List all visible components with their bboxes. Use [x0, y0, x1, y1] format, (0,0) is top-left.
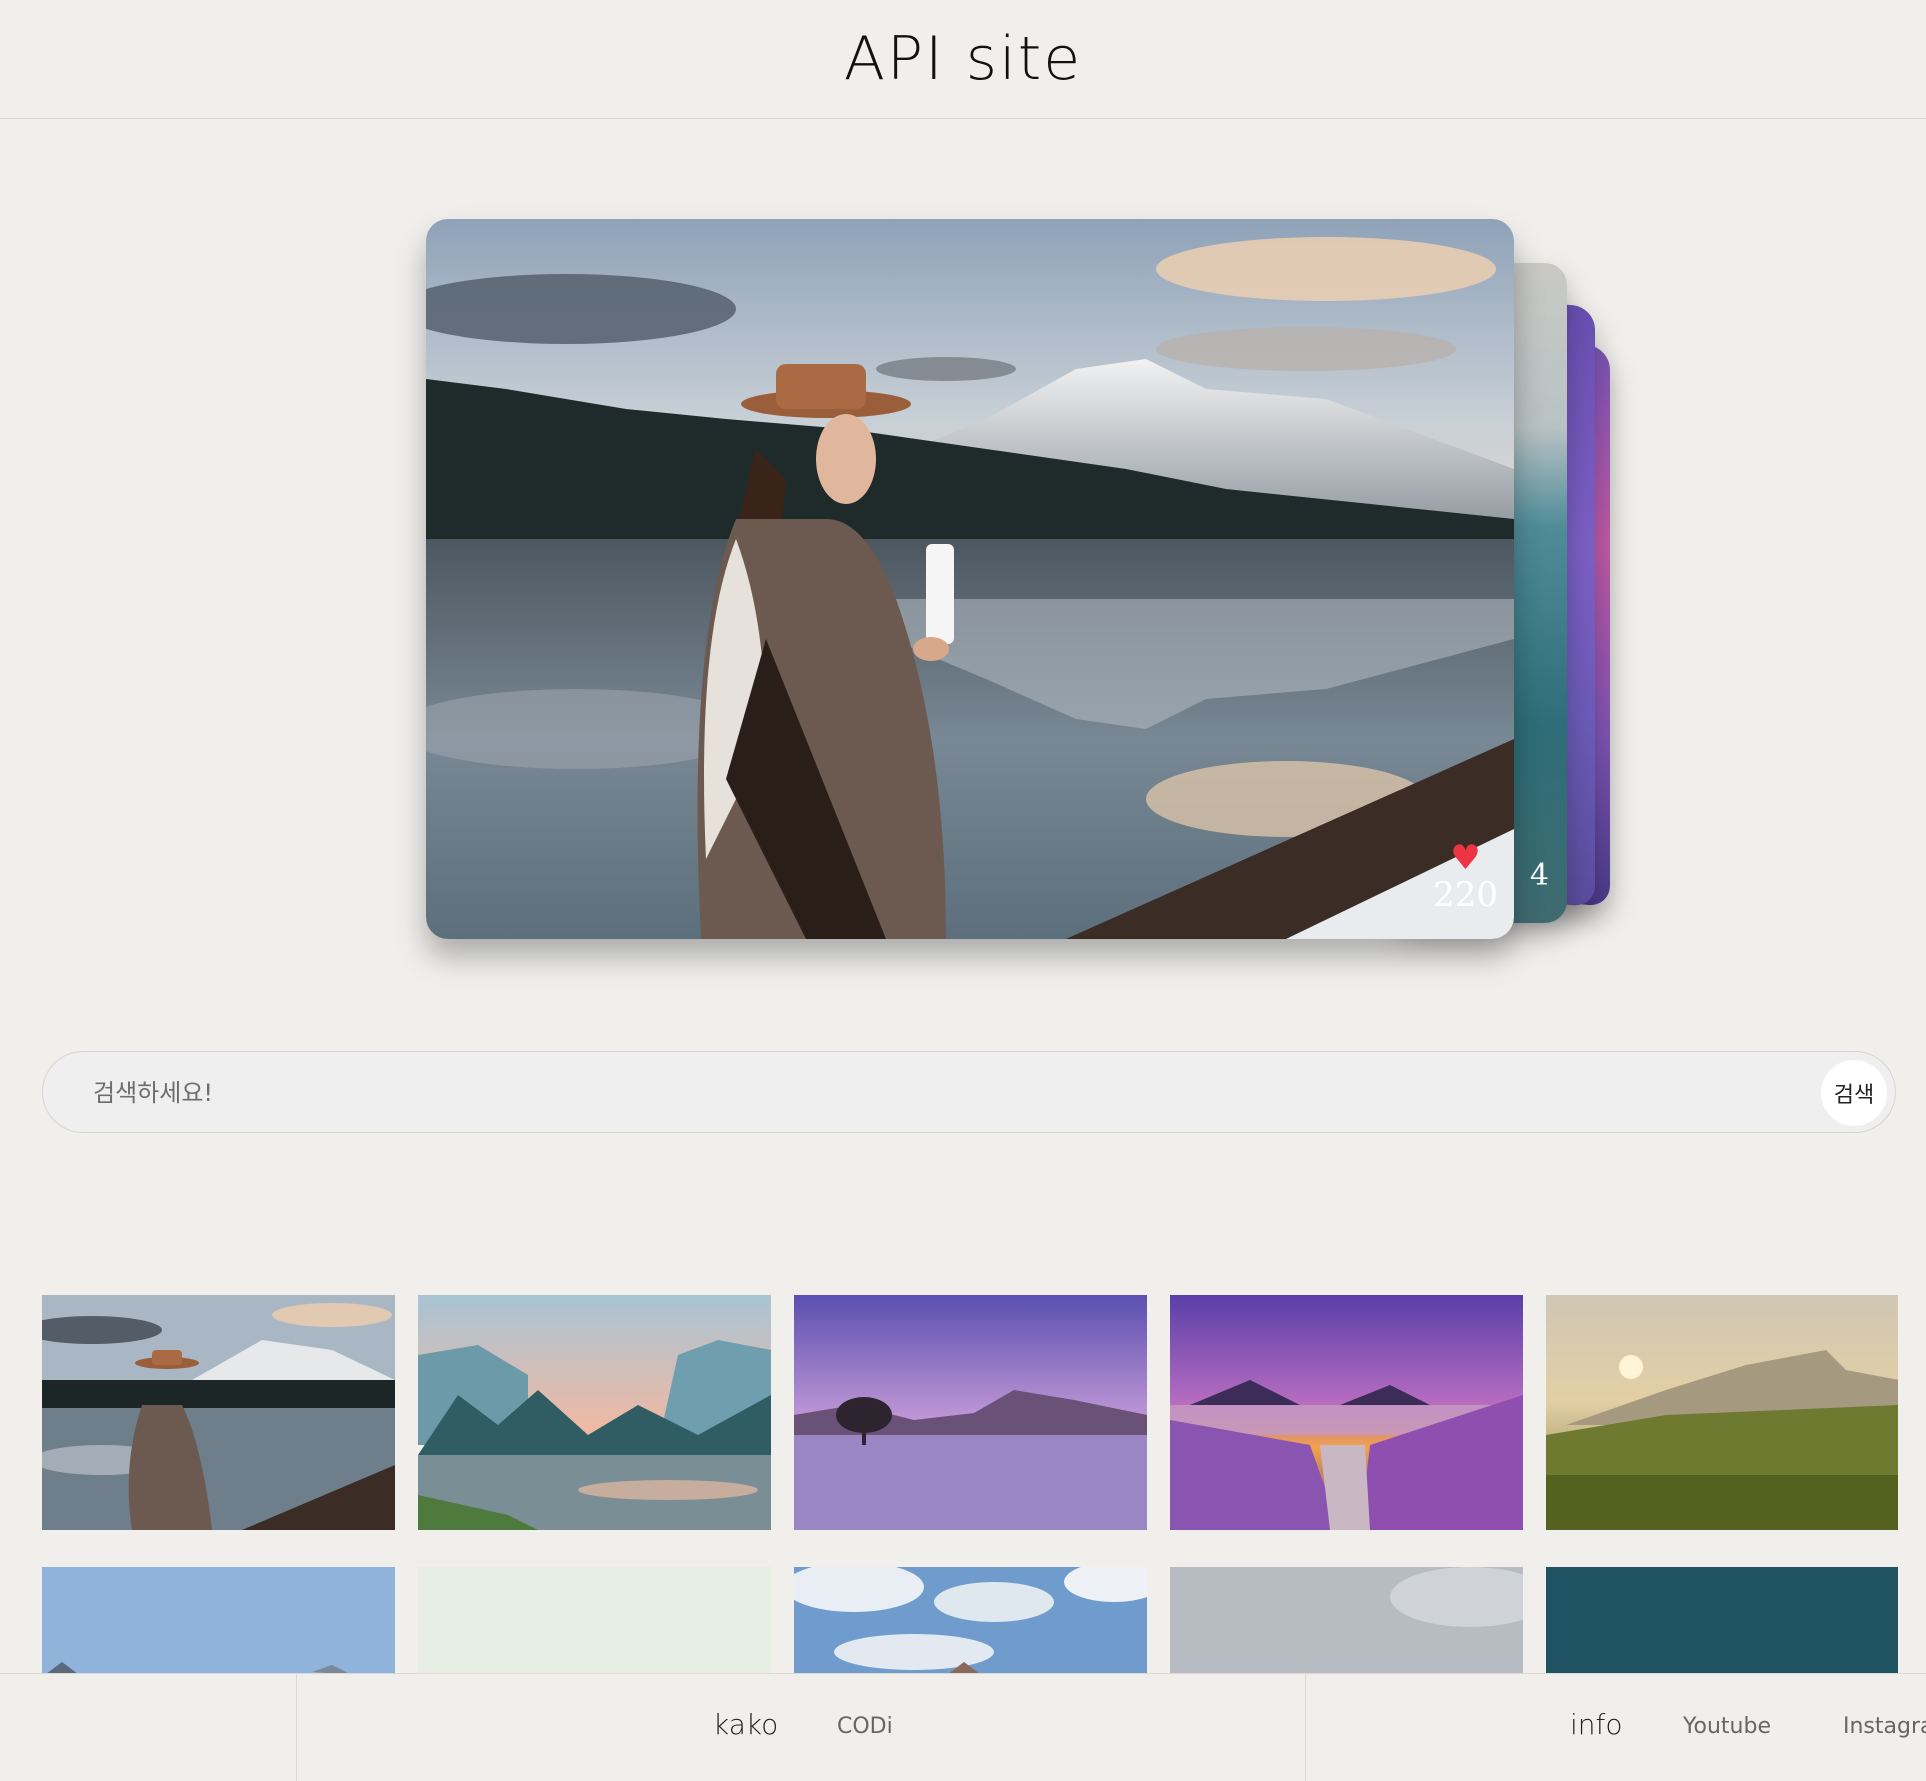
tile-image [42, 1567, 395, 1675]
site-header: API site [0, 0, 1926, 119]
behind-card-likes: 4 [1529, 858, 1549, 893]
footer-brand-left[interactable]: kako [713, 1708, 778, 1741]
search-input[interactable] [91, 1072, 1735, 1114]
tile-image [794, 1295, 1147, 1530]
gallery-tile-clouds[interactable] [794, 1567, 1147, 1675]
tile-image [42, 1295, 395, 1530]
tile-image [418, 1567, 771, 1675]
footer-divider [1305, 1674, 1306, 1781]
gallery-tile-misty-green[interactable] [418, 1567, 771, 1675]
gallery-tile-blue-sky[interactable] [42, 1567, 395, 1675]
search-bar: 검색 [42, 1051, 1896, 1133]
tile-image [794, 1567, 1147, 1675]
gallery-tile-lake-woman[interactable] [42, 1295, 395, 1530]
hero-photo [426, 219, 1514, 939]
like-count: 220 [1433, 875, 1498, 915]
tile-image [1170, 1567, 1523, 1675]
gallery-tile-golden-meadow[interactable] [1546, 1295, 1898, 1530]
gallery-tile-grey-mist[interactable] [1170, 1567, 1523, 1675]
footer-brand-right[interactable]: info [1570, 1708, 1623, 1741]
tile-image [418, 1295, 771, 1530]
gallery-tile-forest-river[interactable] [418, 1295, 771, 1530]
heart-icon[interactable]: ♥ [1433, 841, 1498, 875]
footer-divider [296, 1674, 297, 1781]
gallery-tile-purple-lake[interactable] [794, 1295, 1147, 1530]
like-badge[interactable]: ♥ 220 [1433, 841, 1498, 915]
hero-main-card[interactable]: ♥ 220 [426, 219, 1514, 939]
site-footer: kako CODi info Youtube Instagra [0, 1673, 1926, 1781]
footer-link-instagram[interactable]: Instagra [1843, 1714, 1926, 1739]
tile-image [1546, 1295, 1898, 1530]
tile-image [1170, 1295, 1523, 1530]
footer-link-codi[interactable]: CODi [837, 1714, 893, 1739]
search-button[interactable]: 검색 [1821, 1060, 1887, 1126]
gallery-tile-lavender-sunset[interactable] [1170, 1295, 1523, 1530]
hero-card-stack: 4 ♥ 220 [0, 0, 1926, 1000]
image-gallery [42, 1295, 1898, 1675]
site-title: API site [843, 24, 1083, 94]
tile-image [1546, 1567, 1898, 1675]
gallery-tile-teal[interactable] [1546, 1567, 1898, 1675]
footer-link-youtube[interactable]: Youtube [1683, 1714, 1771, 1739]
